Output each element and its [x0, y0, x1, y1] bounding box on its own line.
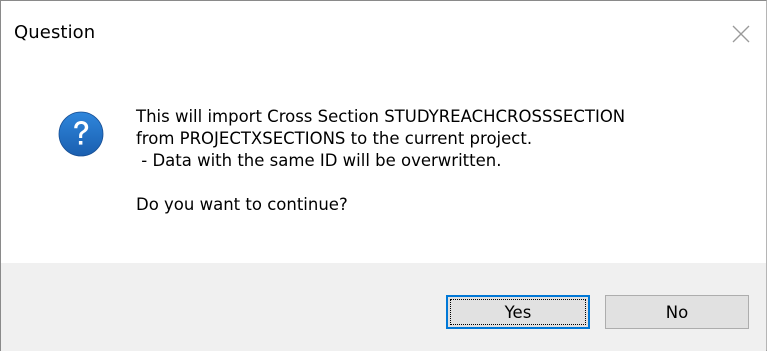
- question-dialog: Question This will import Cross Section …: [0, 0, 767, 351]
- message-line: This will import Cross Section STUDYREAC…: [136, 107, 626, 126]
- message-text: This will import Cross Section STUDYREAC…: [136, 106, 736, 216]
- question-icon: [58, 111, 104, 157]
- close-button[interactable]: [718, 13, 764, 55]
- close-icon: [732, 25, 750, 43]
- message-line: - Data with the same ID will be overwrit…: [136, 151, 502, 170]
- message-line: from PROJECTXSECTIONS to the current pro…: [136, 129, 533, 148]
- no-button[interactable]: No: [605, 295, 749, 329]
- no-button-label: No: [665, 302, 689, 322]
- yes-button-label: Yes: [504, 302, 532, 322]
- dialog-content: This will import Cross Section STUDYREAC…: [1, 59, 766, 263]
- dialog-title: Question: [14, 22, 96, 43]
- continue-prompt: Do you want to continue?: [136, 195, 348, 214]
- button-bar: Yes No: [1, 263, 766, 351]
- title-bar[interactable]: Question: [1, 1, 766, 59]
- yes-button[interactable]: Yes: [446, 295, 590, 329]
